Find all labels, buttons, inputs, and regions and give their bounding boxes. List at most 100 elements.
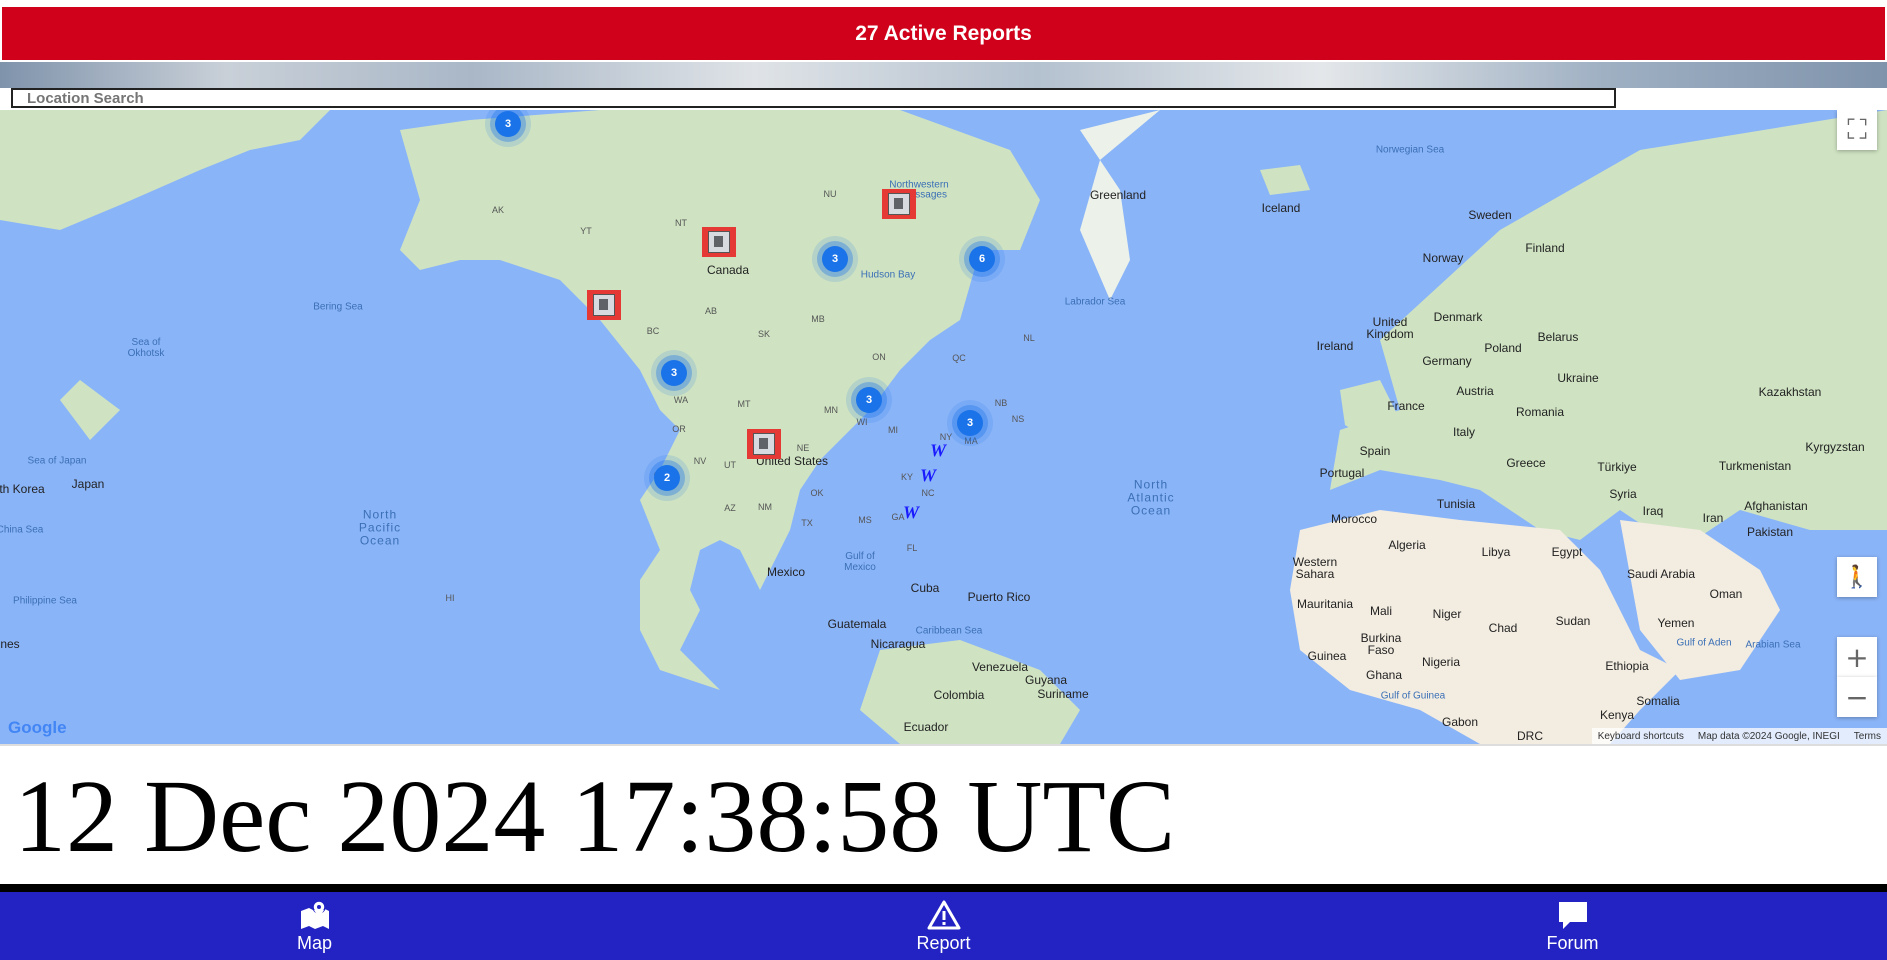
label-guyana: Guyana	[1024, 673, 1068, 687]
report-cluster[interactable]: 3	[661, 360, 687, 386]
label-norwegian-sea: Norwegian Sea	[1375, 144, 1445, 156]
label-italy: Italy	[1452, 425, 1476, 439]
map-attribution: Keyboard shortcuts Map data ©2024 Google…	[1591, 728, 1887, 744]
prov-label: NE	[796, 443, 810, 453]
label-iran: Iran	[1702, 511, 1724, 525]
active-reports-banner[interactable]: 27 Active Reports	[2, 7, 1885, 62]
google-logo[interactable]: Google	[8, 718, 67, 738]
label-ireland: Ireland	[1316, 339, 1354, 353]
report-cluster[interactable]: 2	[654, 465, 680, 491]
label-nes: nes	[0, 637, 20, 651]
nav-map-label: Map	[296, 932, 332, 953]
zoom-out-button[interactable]: −	[1837, 677, 1877, 717]
report-cluster[interactable]: 3	[822, 246, 848, 272]
label-portugal: Portugal	[1319, 466, 1365, 480]
report-marker[interactable]	[587, 290, 621, 320]
label-colombia: Colombia	[933, 688, 985, 702]
report-cluster[interactable]: 3	[495, 111, 521, 137]
prov-label: KY	[900, 472, 914, 482]
label-iraq: Iraq	[1642, 504, 1664, 518]
label-afghanistan: Afghanistan	[1744, 499, 1808, 513]
label-greece: Greece	[1506, 456, 1546, 470]
label-ethiopia: Ethiopia	[1605, 659, 1649, 673]
label-austria: Austria	[1456, 384, 1494, 398]
label-bering-sea: Bering Sea	[313, 301, 363, 313]
weather-overlay-strip	[0, 62, 1887, 88]
label-pakistan: Pakistan	[1746, 525, 1794, 539]
prov-label: NV	[693, 456, 707, 466]
prov-label: MT	[737, 399, 751, 409]
map-landmass	[0, 110, 1887, 744]
warning-icon	[927, 900, 960, 929]
prov-label: NC	[921, 488, 935, 498]
pegman-icon[interactable]: 🚶	[1837, 557, 1877, 597]
prov-label: AZ	[724, 503, 736, 513]
prov-label: BC	[646, 326, 660, 336]
label-turkmenistan: Turkmenistan	[1718, 459, 1792, 473]
prov-label: MB	[811, 314, 825, 324]
utc-clock-panel: 12 Dec 2024 17:38:58 UTC	[0, 744, 1887, 886]
prov-label: NU	[823, 189, 837, 199]
map-canvas[interactable]: Greenland Iceland Norwegian Sea Sweden F…	[0, 110, 1887, 744]
nav-map[interactable]: Map	[0, 892, 629, 960]
label-guinea: Guinea	[1307, 649, 1347, 663]
label-somalia: Somalia	[1636, 694, 1680, 708]
prov-label: YT	[580, 226, 592, 236]
label-poland: Poland	[1484, 341, 1522, 355]
bottom-nav: Map Report Forum	[0, 892, 1887, 960]
prov-label: NS	[1011, 414, 1025, 424]
label-puerto-rico: Puerto Rico	[967, 590, 1031, 604]
prov-label: AK	[491, 205, 505, 215]
label-norway: Norway	[1422, 251, 1464, 265]
label-iceland: Iceland	[1261, 201, 1301, 215]
report-marker[interactable]	[882, 189, 916, 219]
label-north-atlantic: North Atlantic Ocean	[1127, 477, 1175, 518]
label-libya: Libya	[1481, 545, 1511, 559]
report-cluster[interactable]: 6	[969, 246, 995, 272]
prov-label: OR	[672, 424, 686, 434]
label-tunisia: Tunisia	[1436, 497, 1476, 511]
report-cluster[interactable]: 3	[856, 387, 882, 413]
label-japan: Japan	[71, 477, 105, 491]
divider	[0, 884, 1887, 892]
label-kenya: Kenya	[1599, 708, 1635, 722]
report-cluster[interactable]: 3	[957, 410, 983, 436]
label-romania: Romania	[1515, 405, 1565, 419]
label-ecuador: Ecuador	[903, 720, 949, 734]
report-marker[interactable]	[702, 227, 736, 257]
label-drc: DRC	[1517, 729, 1543, 743]
label-gulf-of-aden: Gulf of Aden	[1676, 637, 1732, 649]
nav-forum-label: Forum	[1546, 932, 1599, 953]
label-united-kingdom: United Kingdom	[1366, 315, 1414, 341]
label-cuba: Cuba	[910, 581, 940, 595]
report-marker[interactable]	[747, 429, 781, 459]
label-ukraine: Ukraine	[1557, 371, 1599, 385]
label-spain: Spain	[1359, 444, 1391, 458]
label-greenland: Greenland	[1089, 188, 1147, 202]
label-morocco: Morocco	[1330, 512, 1378, 526]
prov-label: AB	[704, 306, 718, 316]
zoom-in-button[interactable]: +	[1837, 637, 1877, 677]
fullscreen-button[interactable]: ⛶	[1837, 110, 1877, 150]
label-chad: Chad	[1488, 621, 1518, 635]
location-search-input[interactable]	[11, 88, 1616, 108]
keyboard-shortcuts-link[interactable]: Keyboard shortcuts	[1598, 731, 1684, 742]
label-sweden: Sweden	[1468, 208, 1512, 222]
label-mexico: Mexico	[766, 565, 806, 579]
label-arabian-sea: Arabian Sea	[1745, 639, 1801, 651]
label-guatemala: Guatemala	[827, 617, 887, 631]
label-oman: Oman	[1709, 587, 1743, 601]
label-sea-of-okhotsk: Sea of Okhotsk	[127, 337, 165, 359]
nav-report-label: Report	[916, 932, 971, 953]
label-north-korea: th Korea	[0, 482, 45, 496]
weather-w-marker[interactable]: W	[903, 503, 919, 524]
nav-report[interactable]: Report	[629, 892, 1258, 960]
prov-label: MA	[964, 436, 978, 446]
terms-link[interactable]: Terms	[1854, 731, 1881, 742]
weather-w-marker[interactable]: W	[930, 441, 946, 462]
weather-w-marker[interactable]: W	[920, 466, 936, 487]
nav-forum[interactable]: Forum	[1258, 892, 1887, 960]
report-image-icon	[593, 294, 615, 316]
label-gulf-of-mexico: Gulf of Mexico	[844, 551, 876, 573]
label-canada: Canada	[706, 263, 750, 277]
